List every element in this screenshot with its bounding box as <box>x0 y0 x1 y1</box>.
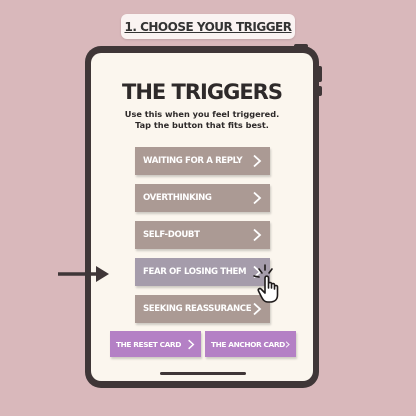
instruction-line-1: Use this when you feel triggered. <box>124 109 280 119</box>
trigger-label: FEAR OF LOSING THEM <box>143 267 247 277</box>
card-label: THE ANCHOR CARD <box>211 339 285 349</box>
trigger-button-self-doubt[interactable]: SELF-DOUBT <box>135 221 270 249</box>
trigger-button-fear-of-losing-them[interactable]: FEAR OF LOSING THEM <box>135 258 270 286</box>
tablet-volume-up <box>318 66 322 82</box>
chevron-right-icon <box>253 228 262 242</box>
trigger-button-overthinking[interactable]: OVERTHINKING <box>135 184 270 212</box>
instruction-line-2: Tap the button that fits best. <box>135 120 269 130</box>
chevron-right-icon <box>285 340 290 348</box>
reset-card-button[interactable]: THE RESET CARD <box>110 331 201 357</box>
tablet-volume-down <box>318 86 322 96</box>
anchor-card-button[interactable]: THE ANCHOR CARD <box>205 331 296 357</box>
chevron-right-icon <box>253 154 262 168</box>
arrow-right-icon <box>58 266 109 282</box>
trigger-label: SEEKING REASSURANCE <box>143 304 252 314</box>
chevron-right-icon <box>188 339 195 349</box>
home-indicator <box>160 372 246 375</box>
page-title: THE TRIGGERS <box>122 80 283 104</box>
chevron-right-icon <box>253 191 262 205</box>
tablet-top-button <box>294 44 308 48</box>
tapping-hand-icon <box>253 264 279 303</box>
step-heading-label: 1. CHOOSE YOUR TRIGGER <box>124 19 292 34</box>
card-label: THE RESET CARD <box>116 339 181 349</box>
trigger-button-seeking-reassurance[interactable]: SEEKING REASSURANCE <box>135 295 270 323</box>
trigger-label: OVERTHINKING <box>143 193 212 203</box>
trigger-button-waiting-for-a-reply[interactable]: WAITING FOR A REPLY <box>135 147 270 175</box>
trigger-label: SELF-DOUBT <box>143 230 200 240</box>
trigger-label: WAITING FOR A REPLY <box>143 156 243 166</box>
step-heading: 1. CHOOSE YOUR TRIGGER <box>121 14 295 39</box>
chevron-right-icon <box>253 302 262 316</box>
instructions: Use this when you feel triggered. Tap th… <box>91 109 313 131</box>
